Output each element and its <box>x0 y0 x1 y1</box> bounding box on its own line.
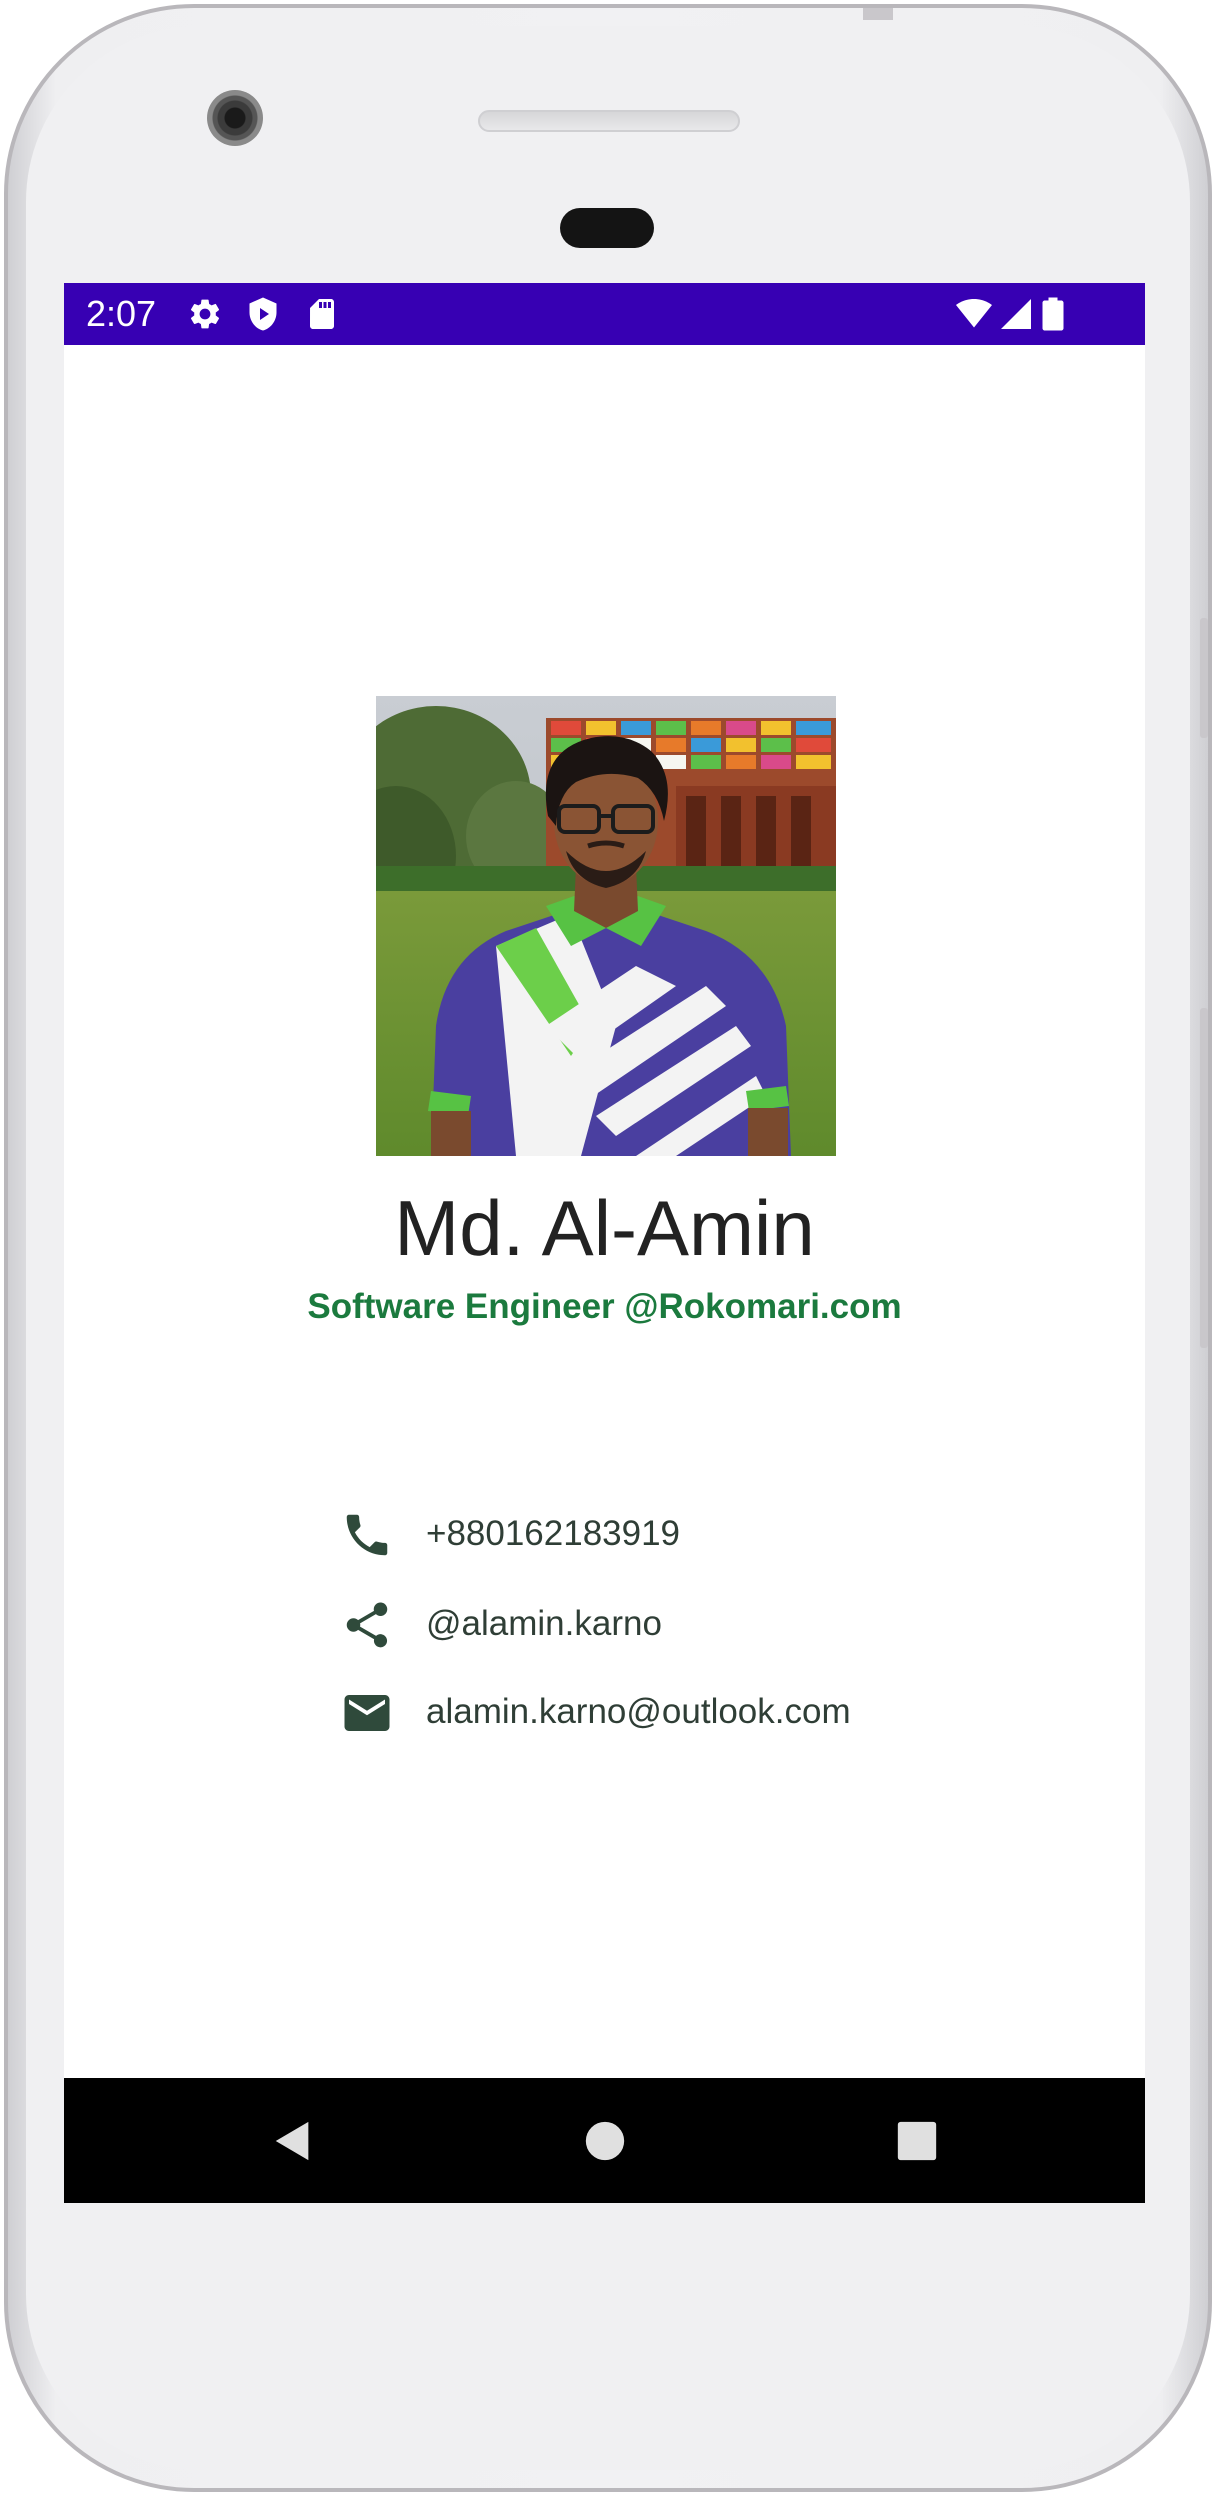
gear-icon <box>187 296 223 332</box>
profile-title: Software Engineer @Rokomari.com <box>307 1287 902 1326</box>
front-camera <box>207 90 263 146</box>
antenna-band <box>863 8 893 20</box>
profile-photo <box>376 696 836 1156</box>
earpiece-sensor <box>560 208 654 248</box>
contact-email-text: alamin.karno@outlook.com <box>426 1692 851 1731</box>
speaker-grille <box>478 110 740 132</box>
cell-signal-icon <box>998 296 1034 332</box>
screen: 2:07 Md. Al-Amin Software Engineer @Roko… <box>64 283 1145 2203</box>
contact-phone-row[interactable]: +880162183919 <box>340 1505 980 1565</box>
contact-phone-text: +880162183919 <box>426 1514 681 1553</box>
navigation-bar <box>64 2078 1145 2203</box>
email-icon <box>340 1686 394 1740</box>
contact-social-text: @alamin.karno <box>426 1604 662 1643</box>
status-time: 2:07 <box>86 293 157 334</box>
back-icon[interactable] <box>270 2118 316 2164</box>
status-bar: 2:07 <box>64 283 1145 345</box>
home-icon[interactable] <box>582 2118 628 2164</box>
contact-social-row[interactable]: @alamin.karno <box>340 1595 980 1655</box>
share-icon <box>340 1598 394 1652</box>
profile-name: Md. Al-Amin <box>394 1184 815 1272</box>
phone-icon <box>340 1508 394 1562</box>
contact-email-row[interactable]: alamin.karno@outlook.com <box>340 1683 980 1743</box>
battery-icon <box>1042 296 1070 332</box>
wifi-icon <box>954 296 994 332</box>
volume-button <box>1200 1008 1208 1348</box>
power-button <box>1200 618 1208 738</box>
shield-play-icon <box>245 296 281 332</box>
recents-icon[interactable] <box>894 2118 940 2164</box>
sd-card-icon <box>304 296 340 332</box>
